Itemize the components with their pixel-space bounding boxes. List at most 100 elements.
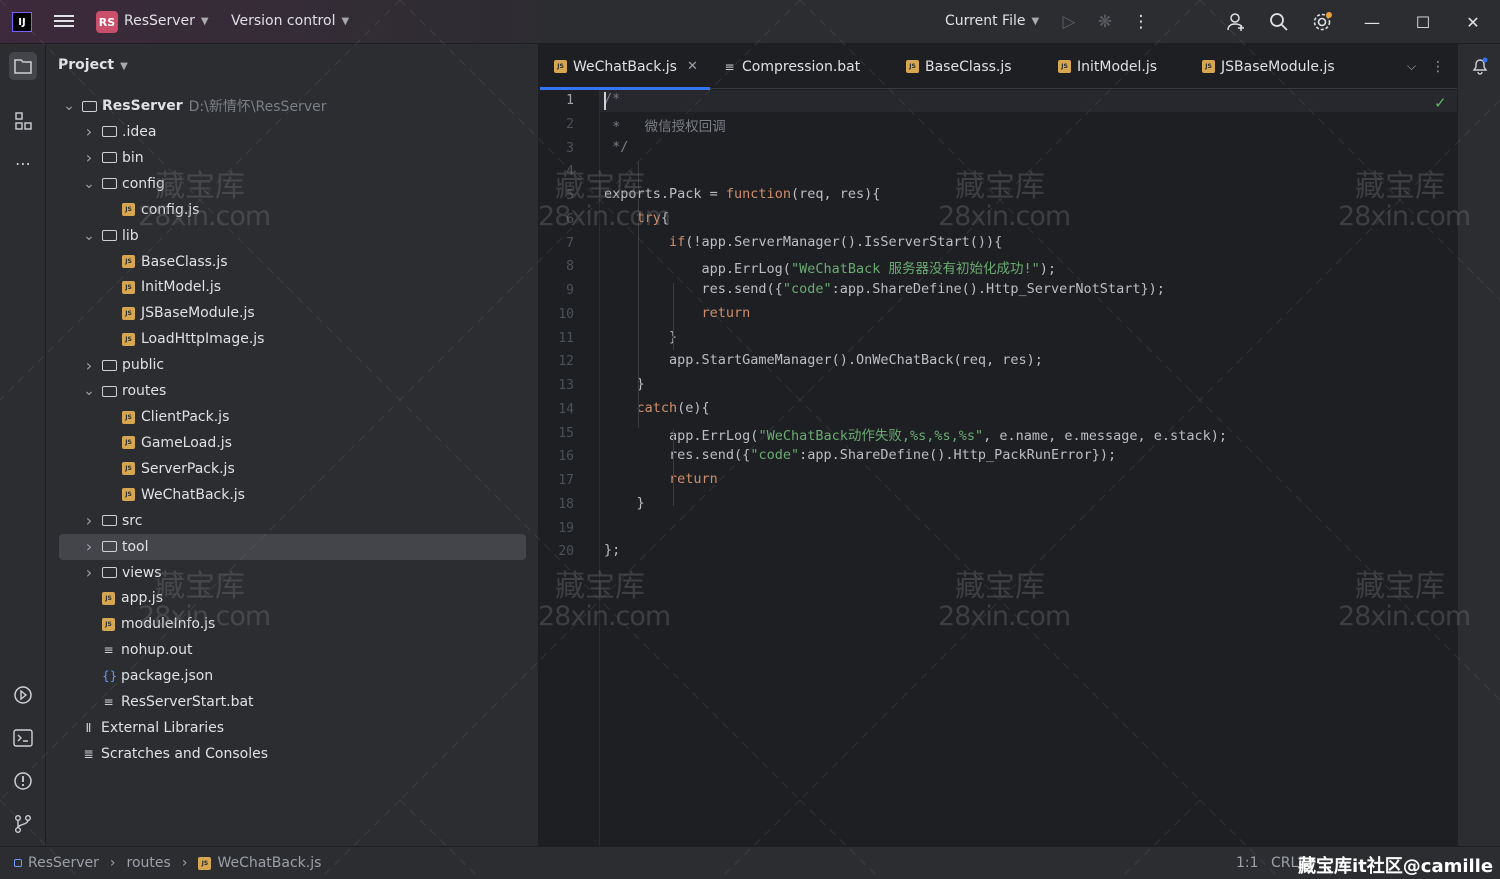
tree-item-label: package.json [121, 668, 214, 685]
vcs-label: Version control [231, 13, 336, 29]
tree-item-external-libraries[interactable]: Ⅱ External Libraries [46, 715, 224, 741]
tree-item-label: views [122, 564, 162, 581]
problems-icon[interactable] [9, 767, 37, 795]
intellij-logo-icon[interactable]: IJ [12, 12, 32, 32]
more-actions-icon[interactable]: ⋮ [1129, 10, 1153, 34]
tree-item-bin[interactable]: › bin [46, 145, 144, 171]
search-icon[interactable] [1267, 10, 1291, 34]
run-config-label: Current File [945, 13, 1026, 29]
no-problems-check-icon[interactable]: ✓ [1434, 94, 1447, 112]
run-icon[interactable]: ▷ [1057, 10, 1081, 34]
tree-item-label: InitModel.js [141, 279, 222, 296]
breadcrumb-project[interactable]: ResServer [28, 855, 99, 871]
tree-item-jsbasemodule-js[interactable]: JS JSBaseModule.js [46, 300, 255, 326]
folder-icon [102, 385, 117, 397]
main-menu-icon[interactable] [54, 12, 74, 32]
tab-compression-bat[interactable]: ≡ Compression.bat [723, 44, 860, 89]
settings-gear-icon[interactable] [1310, 10, 1334, 34]
tree-item-label: ServerPack.js [141, 460, 235, 477]
text-file-icon: ≡ [103, 643, 114, 658]
folder-icon [102, 515, 117, 527]
tree-item-initmodel-js[interactable]: JS InitModel.js [46, 274, 221, 300]
breadcrumb-file[interactable]: WeChatBack.js [217, 855, 321, 871]
tree-item-serverpack-js[interactable]: JS ServerPack.js [46, 456, 235, 482]
tree-item-public[interactable]: › public [46, 352, 164, 378]
tab-initmodel-js[interactable]: JS InitModel.js [1058, 44, 1157, 89]
tree-item--idea[interactable]: › .idea [46, 119, 157, 145]
tab-jsbasemodule-js[interactable]: JS JSBaseModule.js [1202, 44, 1335, 89]
tree-item-scratches-and-consoles[interactable]: ≣ Scratches and Consoles [46, 741, 268, 767]
chevron-down-icon: ▼ [1031, 15, 1040, 27]
tree-item-label: bin [122, 149, 144, 166]
chevron-down-icon[interactable]: ⌄ [62, 98, 76, 114]
caret-position[interactable]: 1:1 [1236, 855, 1259, 871]
notifications-bell-icon[interactable] [1466, 52, 1494, 80]
project-switcher[interactable]: ResServer ▼ [124, 13, 209, 29]
tree-item-lib[interactable]: ⌄ lib [46, 223, 139, 249]
git-branch-icon[interactable] [9, 810, 37, 838]
minimize-icon[interactable]: — [1360, 10, 1384, 34]
chevron-right-icon[interactable]: › [82, 148, 96, 167]
tree-item-config-js[interactable]: JS config.js [46, 197, 199, 223]
chevron-down-icon: ▼ [341, 15, 350, 27]
library-icon: Ⅱ [85, 721, 92, 736]
chevron-down-icon[interactable]: ⌄ [82, 176, 96, 192]
close-window-icon[interactable]: ✕ [1461, 10, 1485, 34]
code-line: }; [604, 542, 621, 559]
project-tool-folder-icon[interactable] [9, 52, 37, 80]
folder-icon [102, 152, 117, 164]
close-tab-icon[interactable]: ✕ [687, 59, 698, 74]
chevron-right-icon: › [181, 855, 188, 871]
version-control-menu[interactable]: Version control ▼ [231, 13, 349, 29]
tab-baseclass-js[interactable]: JS BaseClass.js [906, 44, 1012, 89]
tree-item-label: app.js [121, 590, 163, 607]
tree-item-loadhttpimage-js[interactable]: JS LoadHttpImage.js [46, 326, 264, 352]
code-line: app.StartGameManager().OnWeChatBack(req,… [604, 352, 1043, 369]
tab-label: WeChatBack.js [573, 58, 677, 75]
debug-icon[interactable]: ❋ [1093, 10, 1117, 34]
js-file-icon: JS [122, 306, 135, 320]
chevron-down-icon[interactable]: ⌄ [82, 383, 96, 399]
tab-wechatback-js[interactable]: JS WeChatBack.js ✕ [540, 44, 710, 90]
chevron-right-icon[interactable]: › [82, 356, 96, 375]
chevron-right-icon[interactable]: › [82, 537, 96, 556]
project-badge[interactable]: RS [96, 11, 118, 33]
tree-item-gameload-js[interactable]: JS GameLoad.js [46, 430, 232, 456]
services-run-icon[interactable] [9, 681, 37, 709]
code-line: */ [604, 138, 629, 155]
tab-more-icon[interactable]: ⋮ [1431, 44, 1445, 89]
tree-item-routes[interactable]: ⌄ routes [46, 378, 166, 404]
js-file-icon: JS [1202, 60, 1215, 73]
js-file-icon: JS [122, 462, 135, 476]
tree-item-resserver[interactable]: ⌄ ResServer D:\新情怀\ResServer [46, 93, 326, 119]
chevron-right-icon[interactable]: › [82, 122, 96, 141]
tree-item-views[interactable]: › views [46, 560, 162, 586]
tree-item-tool[interactable]: › tool [59, 533, 526, 560]
tree-item-wechatback-js[interactable]: JS WeChatBack.js [46, 482, 245, 508]
terminal-icon[interactable] [9, 724, 37, 752]
maximize-icon[interactable]: ☐ [1411, 10, 1435, 34]
project-panel-header[interactable]: Project ▼ [58, 57, 128, 73]
tree-item-resserverstart-bat[interactable]: ≡ ResServerStart.bat [46, 689, 253, 715]
chevron-down-icon[interactable]: ⌄ [82, 228, 96, 244]
tree-item-clientpack-js[interactable]: JS ClientPack.js [46, 404, 229, 430]
tree-item-src[interactable]: › src [46, 508, 143, 534]
tab-list-chevron-icon[interactable]: ⌵ [1407, 44, 1416, 89]
breadcrumb-routes[interactable]: routes [127, 855, 171, 871]
folder-icon [102, 541, 117, 553]
tree-item-nohup-out[interactable]: ≡ nohup.out [46, 637, 192, 663]
more-tools-icon[interactable]: ⋯ [9, 149, 37, 177]
tree-item-config[interactable]: ⌄ config [46, 171, 165, 197]
line-number: 5 [566, 188, 574, 203]
title-bar: IJ RS ResServer ▼ Version control ▼ Curren… [0, 0, 1500, 44]
tree-item-app-js[interactable]: JS app.js [46, 585, 163, 611]
tree-item-package-json[interactable]: {} package.json [46, 663, 213, 689]
chevron-right-icon[interactable]: › [82, 563, 96, 582]
tree-item-moduleinfo-js[interactable]: JS moduleInfo.js [46, 611, 215, 637]
line-number: 20 [558, 544, 574, 560]
chevron-right-icon[interactable]: › [82, 511, 96, 530]
structure-icon[interactable] [9, 107, 37, 135]
tree-item-baseclass-js[interactable]: JS BaseClass.js [46, 249, 228, 275]
run-config-selector[interactable]: Current File ▼ [945, 13, 1039, 29]
add-user-icon[interactable] [1224, 10, 1248, 34]
